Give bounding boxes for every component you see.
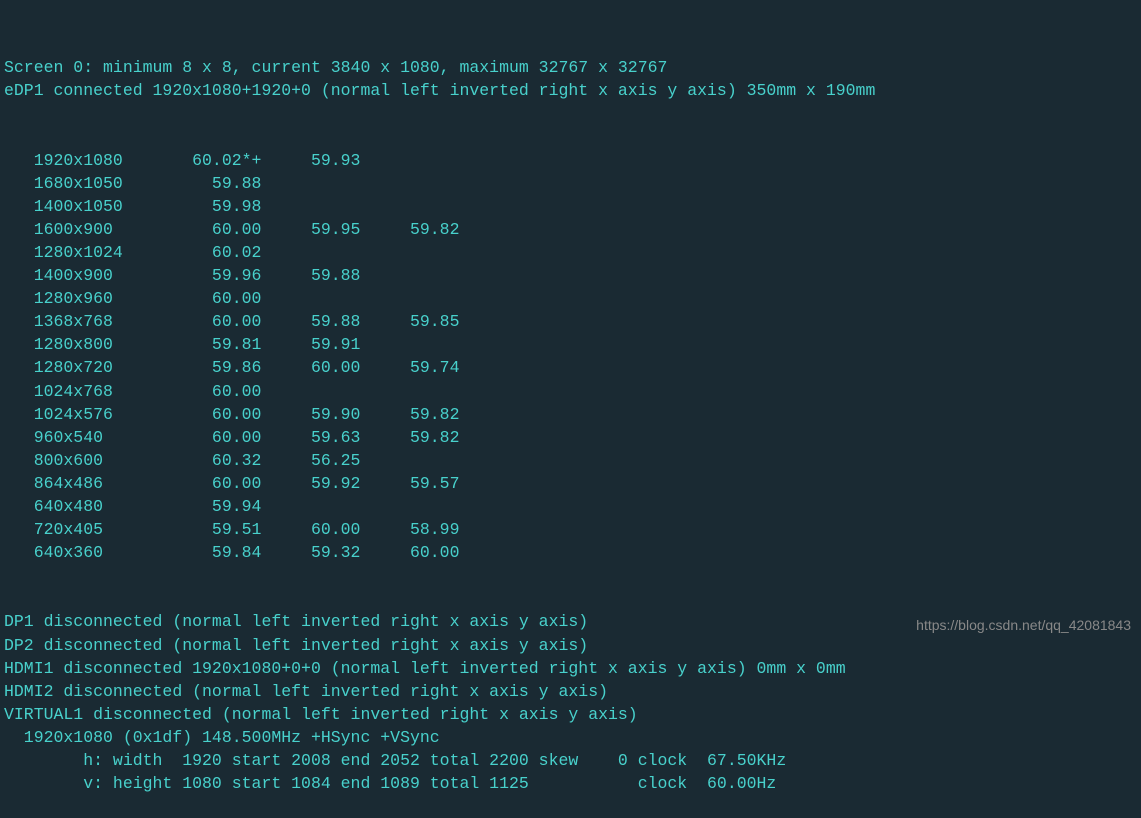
mode-row: 1368x768 60.00 59.88 59.85 [4,310,1137,333]
mode-row: 1024x576 60.00 59.90 59.82 [4,403,1137,426]
terminal-line: VIRTUAL1 disconnected (normal left inver… [4,703,1137,726]
mode-row: 864x486 60.00 59.92 59.57 [4,472,1137,495]
terminal-line: h: width 1920 start 2008 end 2052 total … [4,749,1137,772]
terminal-line: HDMI2 disconnected (normal left inverted… [4,680,1137,703]
mode-row: 640x480 59.94 [4,495,1137,518]
watermark: https://blog.csdn.net/qq_42081843 [916,616,1131,636]
terminal-line: v: height 1080 start 1084 end 1089 total… [4,772,1137,795]
terminal-line: 1920x1080 (0x1df) 148.500MHz +HSync +VSy… [4,726,1137,749]
mode-row: 720x405 59.51 60.00 58.99 [4,518,1137,541]
mode-row: 1280x960 60.00 [4,287,1137,310]
mode-row: 1920x1080 60.02*+ 59.93 [4,149,1137,172]
mode-row: 1024x768 60.00 [4,380,1137,403]
terminal-line: HDMI1 disconnected 1920x1080+0+0 (normal… [4,657,1137,680]
mode-row: 1400x1050 59.98 [4,195,1137,218]
mode-row: 1400x900 59.96 59.88 [4,264,1137,287]
mode-row: 1280x800 59.81 59.91 [4,333,1137,356]
mode-row: 1600x900 60.00 59.95 59.82 [4,218,1137,241]
mode-row: 1280x720 59.86 60.00 59.74 [4,356,1137,379]
terminal-line: eDP1 connected 1920x1080+1920+0 (normal … [4,79,1137,102]
mode-row: 800x600 60.32 56.25 [4,449,1137,472]
mode-row: 960x540 60.00 59.63 59.82 [4,426,1137,449]
terminal-line: Screen 0: minimum 8 x 8, current 3840 x … [4,56,1137,79]
mode-row: 640x360 59.84 59.32 60.00 [4,541,1137,564]
terminal-output[interactable]: Screen 0: minimum 8 x 8, current 3840 x … [4,10,1137,818]
mode-row: 1680x1050 59.88 [4,172,1137,195]
mode-row: 1280x1024 60.02 [4,241,1137,264]
terminal-line: DP2 disconnected (normal left inverted r… [4,634,1137,657]
